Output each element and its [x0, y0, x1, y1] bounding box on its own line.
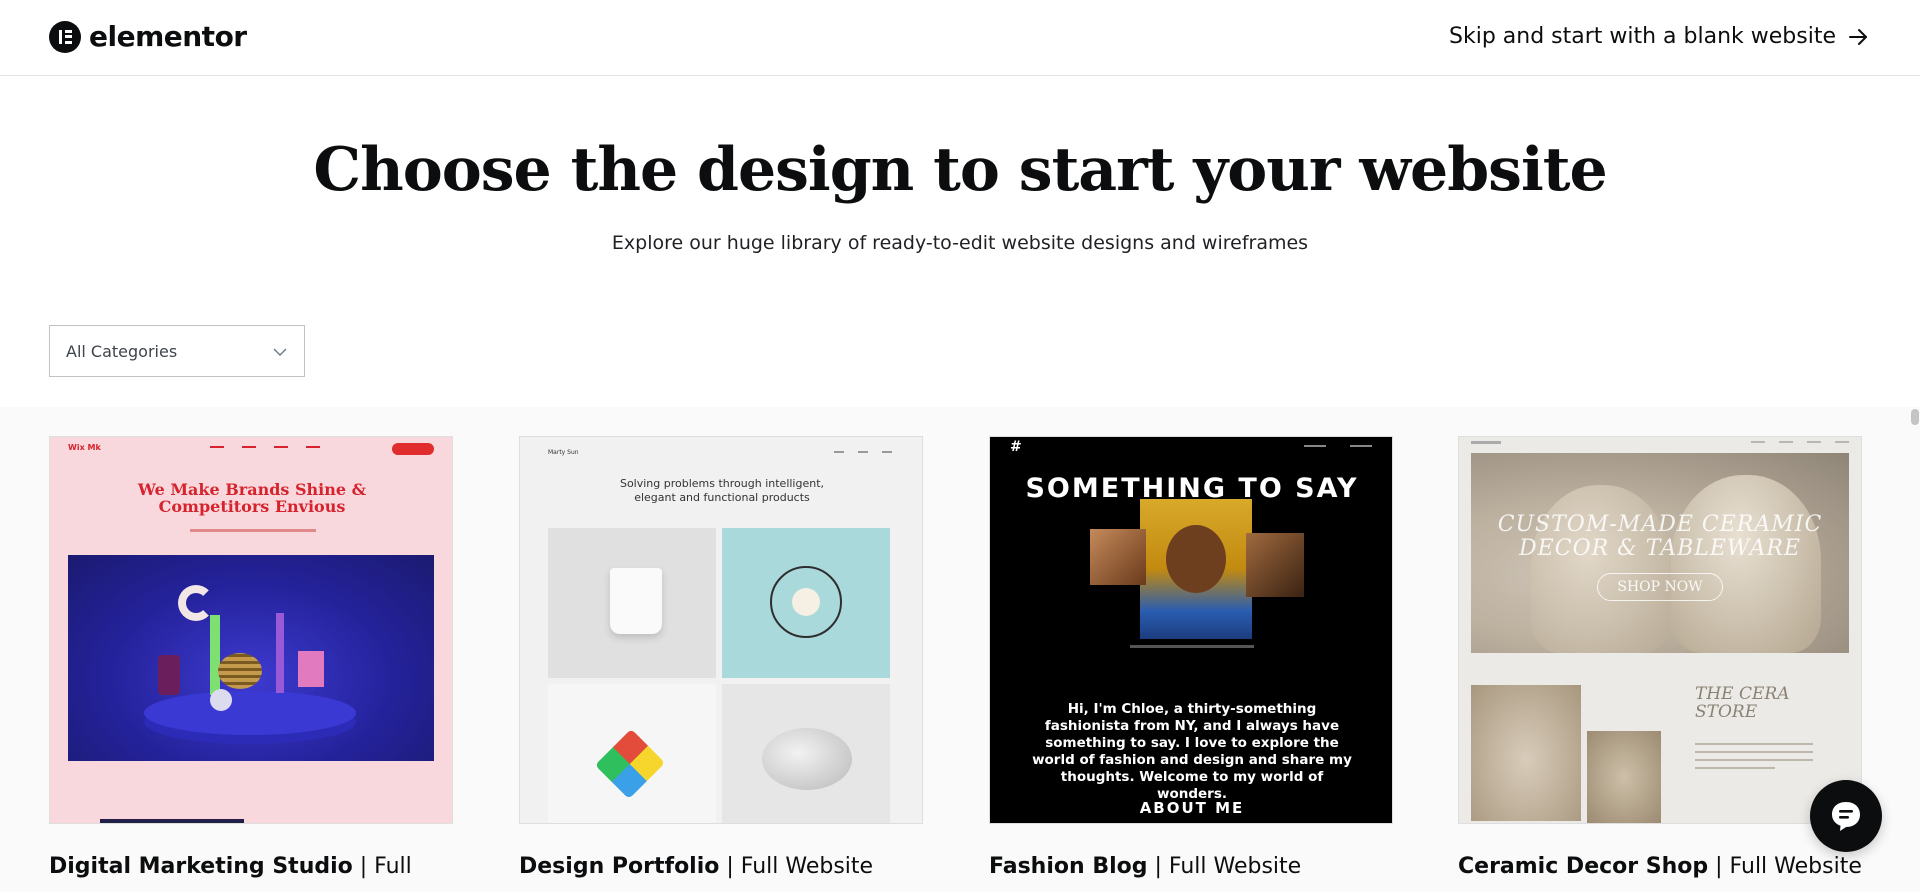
chat-button[interactable]	[1810, 780, 1882, 852]
template-card[interactable]: Marty Sun Solving problems through intel…	[519, 436, 923, 879]
template-title[interactable]: Digital Marketing Studio | Full	[49, 854, 453, 879]
chat-icon	[1832, 802, 1860, 831]
preview-nav	[1304, 445, 1372, 447]
preview-subline	[190, 529, 316, 532]
category-filter-value: All Categories	[66, 341, 178, 361]
rubiks-cube-image	[548, 684, 716, 823]
template-preview[interactable]: Marty Sun Solving problems through intel…	[519, 436, 923, 824]
preview-logo: #	[1010, 439, 1022, 455]
scrollbar-thumb[interactable]	[1911, 409, 1919, 425]
template-card[interactable]: # SOMETHING TO SAY Hi, I'm Chloe, a thir…	[989, 436, 1393, 879]
kettle-image	[548, 528, 716, 678]
preview-store-title: THE CERA STORE	[1695, 684, 1790, 722]
page-title: Choose the design to start your website	[313, 135, 1607, 205]
preview-nav	[834, 451, 892, 453]
template-card[interactable]: CUSTOM-MADE CERAMIC DECOR & TABLEWARE SH…	[1458, 436, 1862, 879]
template-card[interactable]: Wix Mk We Make Brands Shine & Competitor…	[49, 436, 453, 879]
template-preview[interactable]: CUSTOM-MADE CERAMIC DECOR & TABLEWARE SH…	[1458, 436, 1862, 824]
preview-logo: Wix Mk	[68, 443, 101, 452]
preview-nav	[210, 446, 320, 448]
logo-text: elementor	[89, 20, 247, 53]
page-subtitle: Explore our huge library of ready-to-edi…	[611, 232, 1309, 254]
template-title[interactable]: Ceramic Decor Shop | Full Website	[1458, 854, 1862, 879]
preview-headline: CUSTOM-MADE CERAMIC DECOR & TABLEWARE	[1497, 512, 1823, 561]
stone-image	[722, 684, 890, 823]
template-preview[interactable]: # SOMETHING TO SAY Hi, I'm Chloe, a thir…	[989, 436, 1393, 824]
preview-about-button: ABOUT ME	[1139, 799, 1245, 817]
preview-3d-scene-image	[68, 555, 434, 761]
template-title[interactable]: Design Portfolio | Full Website	[519, 854, 923, 879]
ceramic-vases-image: CUSTOM-MADE CERAMIC DECOR & TABLEWARE SH…	[1471, 453, 1849, 653]
preview-logo	[1471, 441, 1501, 444]
preview-nav	[1751, 441, 1849, 443]
skip-label: Skip and start with a blank website	[1449, 24, 1836, 49]
portrait-left-image	[1090, 529, 1146, 585]
preview-headline: Solving problems through intelligent, el…	[619, 477, 825, 504]
scrollbar[interactable]	[1910, 407, 1920, 892]
preview-blurb: Hi, I'm Chloe, a thirty-something fashio…	[1032, 701, 1352, 802]
preview-logo: Marty Sun	[548, 449, 579, 456]
preview-footer-bar	[100, 819, 244, 823]
top-header: elementor Skip and start with a blank we…	[0, 0, 1920, 76]
preview-headline: SOMETHING TO SAY	[1025, 473, 1359, 504]
portrait-right-image	[1246, 533, 1304, 597]
ceramic-bowl-image	[1587, 731, 1661, 823]
preview-headline: We Make Brands Shine & Competitors Envio…	[137, 480, 367, 516]
preview-cta	[392, 443, 434, 455]
ceramic-plate-image	[1471, 685, 1581, 821]
elementor-logo[interactable]: elementor	[49, 20, 247, 53]
template-title[interactable]: Fashion Blog | Full Website	[989, 854, 1393, 879]
chevron-down-icon	[273, 348, 287, 356]
elementor-logo-icon	[49, 20, 81, 53]
clock-image	[722, 528, 890, 678]
category-filter-select[interactable]: All Categories	[49, 325, 305, 377]
preview-shop-button: SHOP NOW	[1597, 573, 1723, 601]
skip-blank-website-link[interactable]: Skip and start with a blank website	[1449, 24, 1870, 49]
template-preview[interactable]: Wix Mk We Make Brands Shine & Competitor…	[49, 436, 453, 824]
arrow-right-icon	[1849, 28, 1867, 45]
